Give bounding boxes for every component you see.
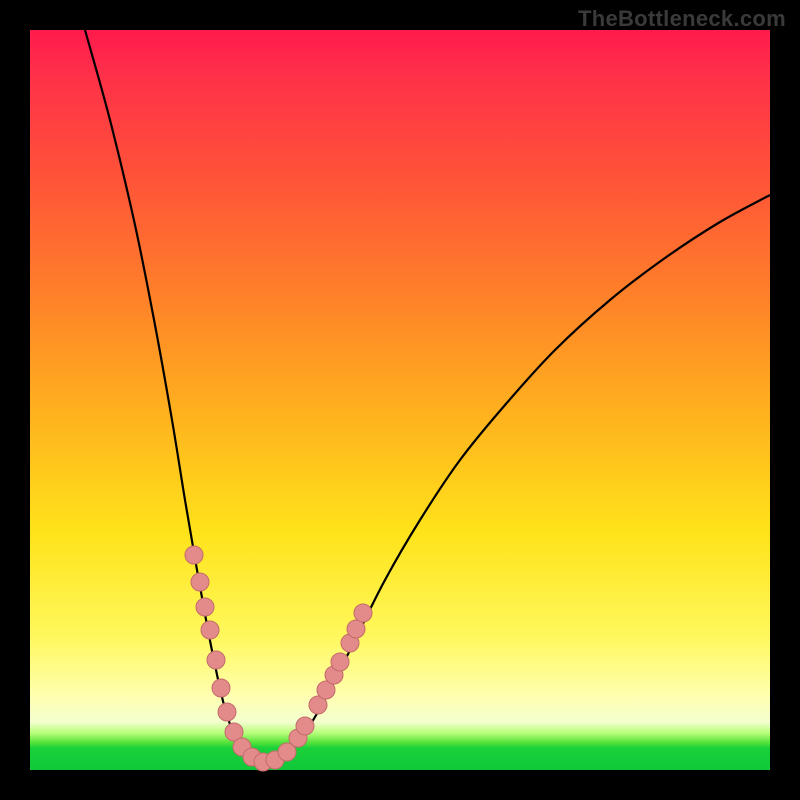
gradient-panel	[30, 30, 770, 770]
chart-stage: TheBottleneck.com	[0, 0, 800, 800]
watermark-text: TheBottleneck.com	[578, 6, 786, 32]
